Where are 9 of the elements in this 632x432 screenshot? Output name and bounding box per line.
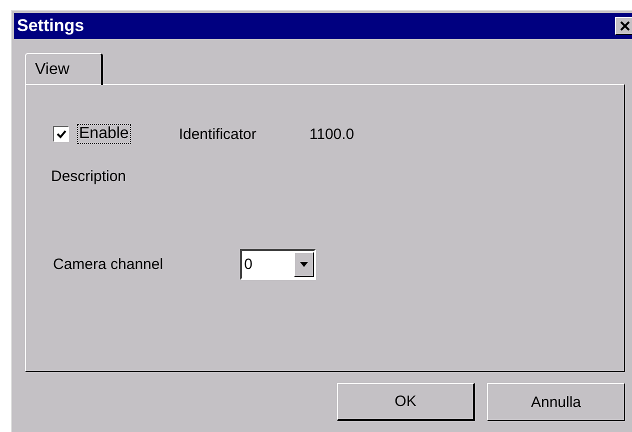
tab[interactable]: View <box>25 53 103 85</box>
identificator-label: Identificator <box>178 126 256 142</box>
dialog-button[interactable]: Annulla <box>487 383 625 421</box>
dialog-button[interactable]: OK <box>337 383 475 421</box>
description-label: Description <box>51 168 128 185</box>
camera-channel-label: Camera channel <box>53 256 164 273</box>
window-title: Settings <box>16 16 84 36</box>
camera-channel-dropdown[interactable]: 0 <box>240 249 316 280</box>
identificator-value: 1100.0 <box>309 126 354 142</box>
